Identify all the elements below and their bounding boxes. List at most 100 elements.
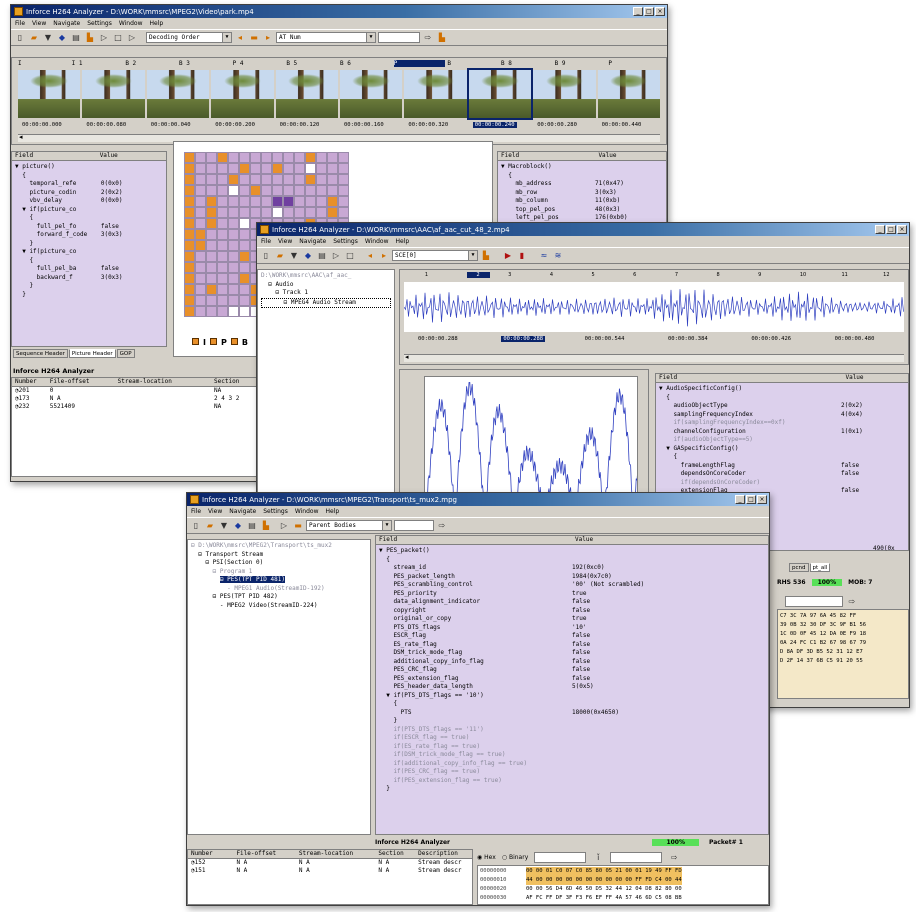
macroblock[interactable] <box>195 251 206 262</box>
play-icon[interactable]: ▷ <box>98 32 110 44</box>
macroblock[interactable] <box>316 152 327 163</box>
macroblock[interactable] <box>184 273 195 284</box>
macroblock[interactable] <box>228 240 239 251</box>
macroblock[interactable] <box>250 163 261 174</box>
field-row[interactable]: ▼ if(picture_co <box>15 206 163 215</box>
filter-icon[interactable]: ▼ <box>288 250 300 262</box>
macroblock[interactable] <box>283 174 294 185</box>
macroblock[interactable] <box>195 229 206 240</box>
field-row[interactable]: samplingFrequencyIndex 4(0x4) <box>659 411 905 420</box>
search-input[interactable] <box>394 520 434 531</box>
macroblock[interactable] <box>195 163 206 174</box>
field-row[interactable]: ▼ if(PTS_DTS_flags == '10') <box>379 692 765 701</box>
minimize-button[interactable]: _ <box>735 495 745 504</box>
macroblock[interactable] <box>294 152 305 163</box>
print-icon[interactable]: ▤ <box>246 520 258 532</box>
macroblock[interactable] <box>184 284 195 295</box>
type-combo[interactable]: AT Num ▼ <box>276 32 376 43</box>
macroblock[interactable] <box>250 185 261 196</box>
macroblock[interactable] <box>195 152 206 163</box>
menu-help[interactable]: Help <box>150 20 164 27</box>
go-icon[interactable]: ⇨ <box>846 595 858 607</box>
macroblock[interactable] <box>316 196 327 207</box>
field-row[interactable]: ▼ if(picture_co <box>15 248 163 257</box>
macroblock[interactable] <box>283 196 294 207</box>
macroblock[interactable] <box>305 196 316 207</box>
tab-sequence-header[interactable]: Sequence Header <box>13 349 68 358</box>
field-row[interactable]: if(ES_rate_flag == true) <box>379 743 765 752</box>
menu-window[interactable]: Window <box>119 20 143 27</box>
tab-gop[interactable]: GOP <box>116 349 135 358</box>
macroblock[interactable] <box>184 229 195 240</box>
macroblock[interactable] <box>217 306 228 317</box>
field-row[interactable]: additional_copy_info_flag false <box>379 658 765 667</box>
minimize-button[interactable]: _ <box>633 7 643 16</box>
field-row[interactable]: } <box>379 785 765 794</box>
open-folder-icon[interactable]: ▰ <box>204 520 216 532</box>
field-row[interactable]: ▼ GASpecificConfig() <box>659 445 905 454</box>
macroblock[interactable] <box>283 185 294 196</box>
macroblock[interactable] <box>239 152 250 163</box>
macroblock[interactable] <box>217 251 228 262</box>
bookmark-icon[interactable]: ◆ <box>302 250 314 262</box>
macroblock[interactable] <box>228 284 239 295</box>
macroblock[interactable] <box>272 174 283 185</box>
open-folder-icon[interactable]: ▰ <box>28 32 40 44</box>
macroblock[interactable] <box>228 229 239 240</box>
macroblock[interactable] <box>184 152 195 163</box>
menu-help[interactable]: Help <box>396 238 410 245</box>
field-tree[interactable]: ▼ picture() { temporal_refe 0(0x0) pictur… <box>12 161 166 301</box>
macroblock[interactable] <box>195 218 206 229</box>
audio-waveform[interactable] <box>404 282 904 332</box>
macroblock[interactable] <box>272 207 283 218</box>
pause-icon[interactable]: ▮ <box>516 250 528 262</box>
macroblock[interactable] <box>261 185 272 196</box>
macroblock[interactable] <box>283 207 294 218</box>
macroblock[interactable] <box>206 306 217 317</box>
column-header[interactable]: Section <box>375 850 415 858</box>
macroblock[interactable] <box>261 163 272 174</box>
column-header[interactable]: Description <box>415 850 472 858</box>
record-icon[interactable]: ▶ <box>502 250 514 262</box>
macroblock[interactable] <box>250 196 261 207</box>
macroblock[interactable] <box>239 295 250 306</box>
menu-navigate[interactable]: Navigate <box>299 238 326 245</box>
print-icon[interactable]: ▤ <box>70 32 82 44</box>
selected-node-label[interactable]: ⊟ PES(TPT PID 481) <box>219 576 285 583</box>
macroblock[interactable] <box>206 284 217 295</box>
macroblock[interactable] <box>305 163 316 174</box>
macroblock[interactable] <box>316 185 327 196</box>
column-header[interactable]: Stream-location <box>115 378 211 386</box>
macroblock[interactable] <box>228 152 239 163</box>
macroblock[interactable] <box>316 163 327 174</box>
macroblock[interactable] <box>195 196 206 207</box>
macroblock[interactable] <box>239 185 250 196</box>
table-row[interactable]: ◔173 N A 2 4 3 2 <box>12 395 260 403</box>
goto-icon[interactable]: ▬ <box>292 520 304 532</box>
column-header[interactable]: File-offset <box>47 378 115 386</box>
menu-window[interactable]: Window <box>365 238 389 245</box>
field-row[interactable]: { <box>659 453 905 462</box>
bookmark-icon[interactable]: ◆ <box>56 32 68 44</box>
macroblock[interactable] <box>272 185 283 196</box>
macroblock[interactable] <box>217 218 228 229</box>
menu-view[interactable]: View <box>32 20 46 27</box>
radio-hex[interactable]: ◉ Hex <box>477 854 496 861</box>
macroblock[interactable] <box>316 207 327 218</box>
tree-node[interactable]: ⊟ Audio <box>261 281 391 290</box>
macroblock[interactable] <box>217 295 228 306</box>
macroblock[interactable] <box>206 273 217 284</box>
macroblock[interactable] <box>239 218 250 229</box>
macroblock[interactable] <box>338 207 349 218</box>
macroblock[interactable] <box>239 251 250 262</box>
macroblock[interactable] <box>206 262 217 273</box>
macroblock[interactable] <box>338 174 349 185</box>
column-header[interactable]: Stream-location <box>296 850 376 858</box>
macroblock[interactable] <box>217 229 228 240</box>
field-row[interactable]: mb_address 71(0x47) <box>501 180 663 189</box>
frame-thumbnail[interactable] <box>146 70 210 118</box>
macroblock[interactable] <box>239 284 250 295</box>
macroblock[interactable] <box>327 152 338 163</box>
menu-file[interactable]: File <box>261 238 271 245</box>
menu-navigate[interactable]: Navigate <box>53 20 80 27</box>
